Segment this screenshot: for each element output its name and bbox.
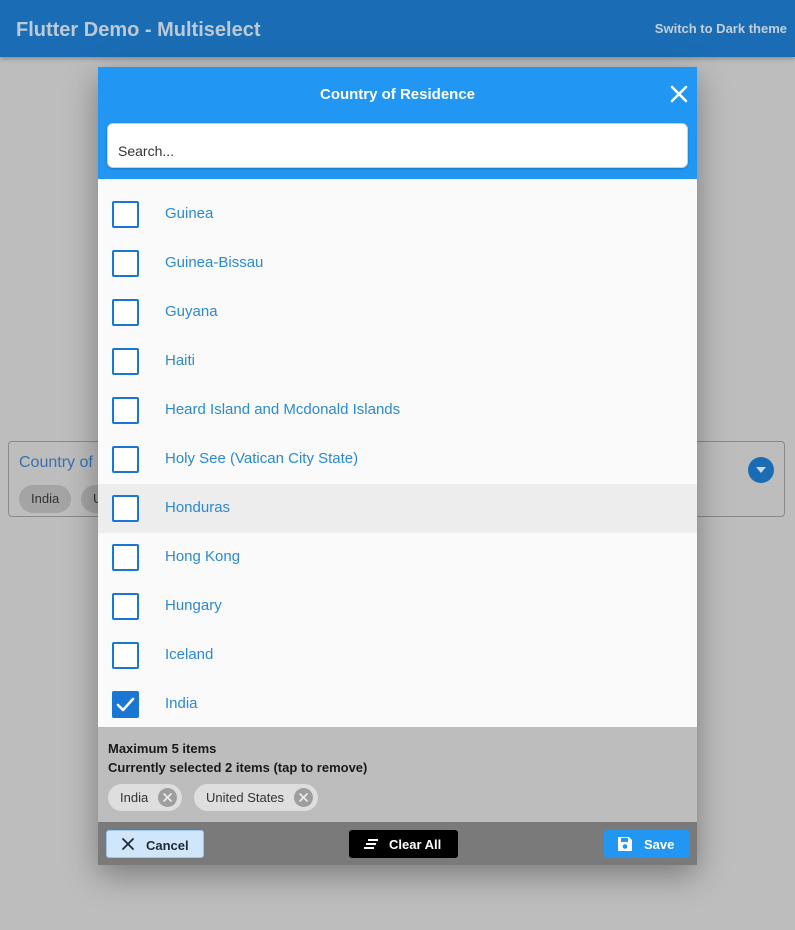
cancel-button[interactable]: Cancel — [106, 830, 204, 858]
list-item-label: Iceland — [165, 646, 214, 663]
clear-all-icon — [364, 839, 378, 849]
list-item[interactable]: Guinea — [98, 190, 697, 239]
max-items-text: Maximum 5 items — [108, 741, 217, 756]
checkbox[interactable] — [112, 446, 139, 473]
list-item-label: Hong Kong — [165, 548, 241, 565]
chip-label: India — [120, 790, 149, 805]
checkbox[interactable] — [112, 348, 139, 375]
field-label: Country of — [19, 454, 93, 471]
list-item[interactable]: Heard Island and Mcdonald Islands — [98, 386, 697, 435]
remove-chip-icon[interactable] — [158, 788, 178, 807]
cancel-label: Cancel — [146, 838, 189, 853]
save-button[interactable]: Save — [604, 830, 690, 858]
dialog-title: Country of Residence — [319, 86, 476, 103]
list-item-label: Guyana — [165, 303, 218, 320]
search-box — [107, 123, 688, 168]
clear-all-button[interactable]: Clear All — [349, 830, 458, 858]
checkbox[interactable] — [112, 250, 139, 277]
clear-all-label: Clear All — [389, 837, 442, 852]
list-item-label: Heard Island and Mcdonald Islands — [165, 401, 401, 418]
dropdown-icon[interactable] — [748, 457, 774, 483]
country-list: Guinea Guinea-Bissau Guyana Haiti Heard … — [98, 190, 697, 729]
list-item[interactable]: Guyana — [98, 288, 697, 337]
checkbox[interactable] — [112, 397, 139, 424]
list-item[interactable]: Guinea-Bissau — [98, 239, 697, 288]
checkbox[interactable] — [112, 544, 139, 571]
search-input[interactable] — [108, 124, 687, 167]
close-icon[interactable] — [669, 84, 689, 104]
list-item-label: Holy See (Vatican City State) — [165, 450, 359, 467]
selection-summary: Maximum 5 items Currently selected 2 ite… — [98, 727, 697, 822]
app-bar: Flutter Demo - Multiselect Switch to Dar… — [0, 0, 795, 57]
chip-label: United States — [206, 790, 285, 805]
save-icon — [618, 837, 632, 851]
list-item-label: Guinea — [165, 205, 214, 222]
checkbox[interactable] — [112, 642, 139, 669]
remove-chip-icon[interactable] — [294, 788, 314, 807]
app-title: Flutter Demo - Multiselect — [16, 19, 261, 41]
field-chip: India — [19, 485, 72, 513]
save-label: Save — [644, 837, 675, 852]
dialog-header: Country of Residence — [98, 67, 697, 179]
list-item[interactable]: Iceland — [98, 631, 697, 680]
selected-chip[interactable]: United States — [194, 784, 319, 811]
list-item-label: Honduras — [165, 499, 231, 516]
list-item[interactable]: Hong Kong — [98, 533, 697, 582]
checkmark-icon — [116, 697, 135, 712]
selected-chip[interactable]: India — [108, 784, 183, 811]
list-item-label: Haiti — [165, 352, 196, 369]
checkbox[interactable] — [112, 299, 139, 326]
list-item-label: Guinea-Bissau — [165, 254, 264, 271]
list-item[interactable]: Holy See (Vatican City State) — [98, 435, 697, 484]
dark-theme-toggle[interactable]: Switch to Dark theme — [655, 21, 787, 36]
dialog-actions: Cancel Clear All Save — [98, 822, 697, 865]
list-item[interactable]: Honduras — [98, 484, 697, 533]
list-item[interactable]: Hungary — [98, 582, 697, 631]
list-item[interactable]: India — [98, 680, 697, 729]
multiselect-dialog: Country of Residence Guinea Guinea-Bissa… — [98, 67, 697, 865]
checkbox[interactable] — [112, 593, 139, 620]
checkbox[interactable] — [112, 495, 139, 522]
selected-count-text: Currently selected 2 items (tap to remov… — [108, 760, 368, 775]
checkbox[interactable] — [112, 201, 139, 228]
list-item[interactable]: Haiti — [98, 337, 697, 386]
list-item-label: India — [165, 695, 198, 712]
checkbox-checked[interactable] — [112, 691, 139, 718]
close-icon — [122, 838, 134, 850]
list-item-label: Hungary — [165, 597, 222, 614]
